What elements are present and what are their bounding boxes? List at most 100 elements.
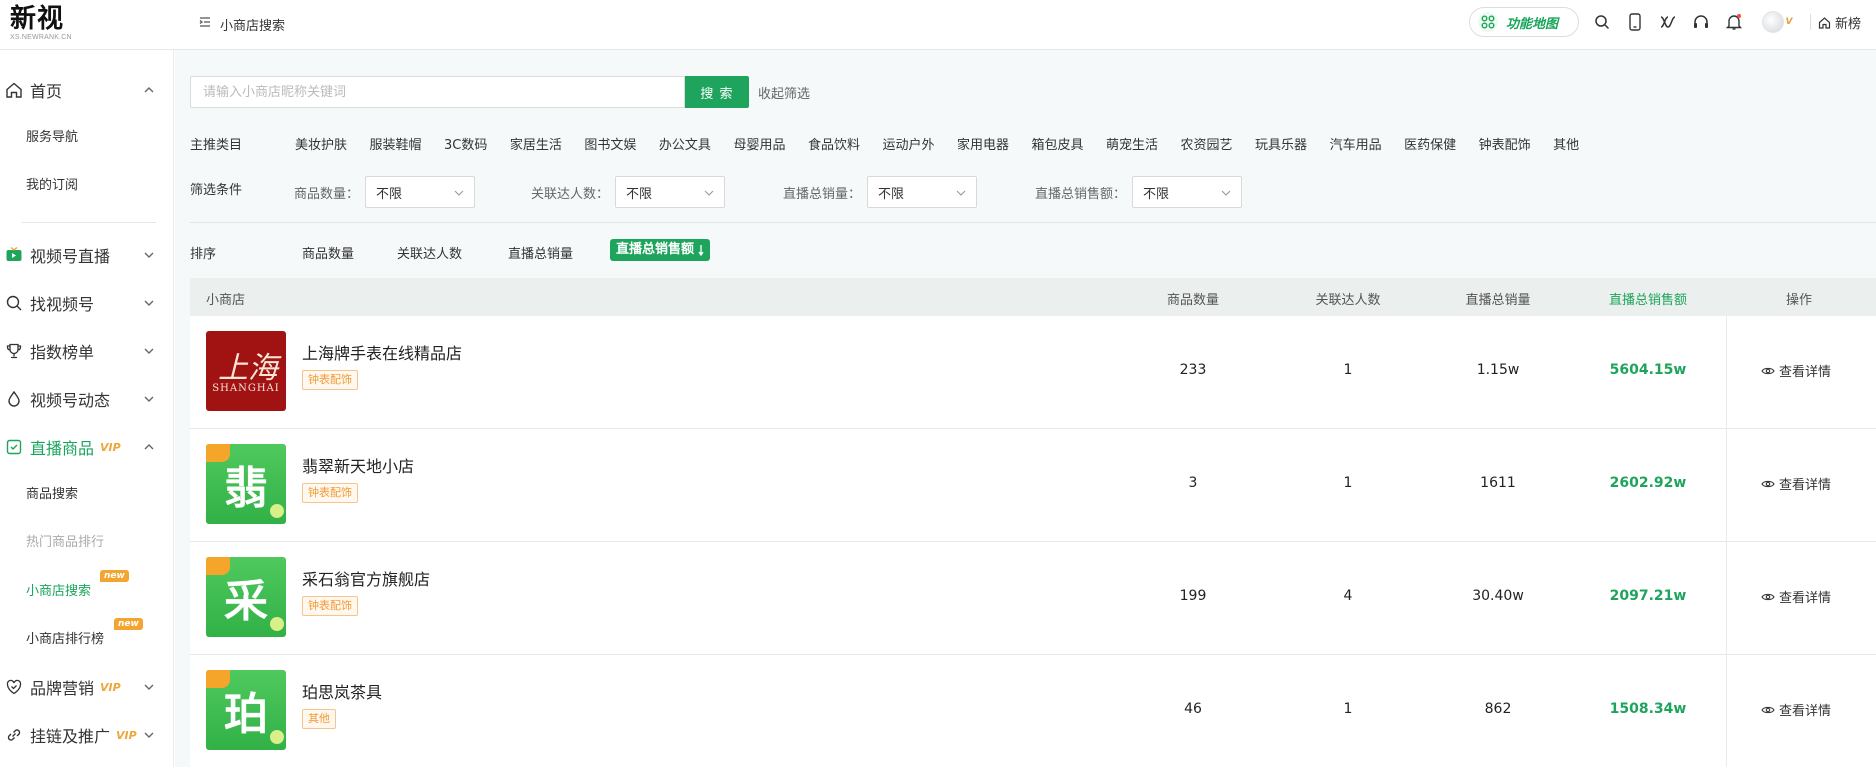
sort-option[interactable]: 直播总销量 [508, 243, 573, 262]
category-item[interactable]: 美妆护肤 [295, 134, 347, 153]
search-button[interactable]: 搜 索 [685, 76, 749, 108]
category-item[interactable]: 食品饮料 [808, 134, 860, 153]
category-item[interactable]: 汽车用品 [1330, 134, 1382, 153]
category-item[interactable]: 钟表配饰 [1479, 134, 1531, 153]
nav-find-channel[interactable]: 找视频号 [0, 283, 174, 323]
leaf-decoration [270, 504, 284, 518]
shop-thumbnail[interactable]: 翡 [206, 444, 286, 524]
nav-live-goods[interactable]: 直播商品 VIP [0, 427, 174, 467]
shop-thumbnail[interactable]: 珀 [206, 670, 286, 750]
category-item[interactable]: 家用电器 [957, 134, 1009, 153]
shop-thumbnail[interactable]: 上海 SHANGHAI [206, 331, 286, 411]
filter-product-count-label: 商品数量： [294, 186, 360, 202]
shop-name[interactable]: 上海牌手表在线精品店 [302, 340, 462, 364]
nav-index-ranking[interactable]: 指数榜单 [0, 331, 174, 371]
logo-text: 新视 [10, 4, 65, 34]
nav-my-subscriptions[interactable]: 我的订阅 [26, 176, 78, 196]
search-icon[interactable] [1592, 12, 1612, 32]
column-header[interactable]: 直播总销售额 [1609, 289, 1687, 308]
product-count: 199 [1179, 588, 1207, 604]
product-count: 233 [1179, 362, 1207, 378]
view-details-label: 查看详情 [1779, 704, 1832, 719]
leaf-decoration [270, 617, 284, 631]
category-item[interactable]: 服装鞋帽 [370, 134, 422, 153]
channels-icon[interactable] [1658, 12, 1678, 32]
live-revenue: 1508.34w [1609, 701, 1687, 717]
collapse-filters-link[interactable]: 收起筛选 [758, 83, 810, 102]
shop-thumbnail[interactable]: 采 [206, 557, 286, 637]
search-icon [4, 293, 24, 313]
view-details-button[interactable]: 查看详情 [1761, 587, 1831, 606]
influencer-count: 1 [1343, 475, 1353, 491]
category-item[interactable]: 玩具乐器 [1255, 134, 1307, 153]
category-item[interactable]: 图书文娱 [584, 134, 636, 153]
function-map-label: 功能地图 [1506, 16, 1559, 32]
category-item[interactable]: 家居生活 [510, 134, 562, 153]
nav-shop-ranking[interactable]: 小商店排行榜 new [26, 618, 143, 650]
breadcrumb: 小商店搜索 [198, 14, 285, 34]
home-link[interactable]: 新榜 [1818, 13, 1861, 32]
shop-name[interactable]: 翡翠新天地小店 [302, 453, 414, 477]
shop-name[interactable]: 珀思岚茶具 [302, 679, 382, 703]
category-item[interactable]: 其他 [1553, 134, 1579, 153]
menu-fold-icon[interactable] [198, 15, 212, 33]
category-item[interactable]: 办公文具 [659, 134, 711, 153]
column-header[interactable]: 直播总销量 [1465, 289, 1530, 308]
view-details-button[interactable]: 查看详情 [1761, 361, 1831, 380]
live-sales-select[interactable]: 不限 [867, 176, 978, 208]
nav-channel-live[interactable]: 视频号直播 [0, 235, 174, 275]
view-details-label: 查看详情 [1779, 365, 1832, 380]
nav-product-search[interactable]: 商品搜索 [26, 485, 78, 505]
category-item[interactable]: 箱包皮具 [1032, 134, 1084, 153]
column-header[interactable]: 商品数量 [1167, 289, 1219, 308]
bell-icon[interactable] [1724, 12, 1744, 32]
category-item[interactable]: 母婴用品 [733, 134, 785, 153]
nav-brand-marketing[interactable]: 品牌营销 VIP [0, 667, 174, 707]
new-badge: new [100, 570, 129, 582]
logo[interactable]: 新视 XS.NEWRANK.CN [10, 4, 90, 44]
sort-label: 排序 [190, 247, 217, 262]
shop-table: 小商店 商品数量 关联达人数 直播总销量 直播总销售额 操作 上海 SHANGH… [190, 278, 1876, 767]
sort-option-active[interactable]: 直播总销售额 [610, 239, 711, 261]
nav-hot-products[interactable]: 热门商品排行 [26, 533, 104, 553]
sort-desc-icon [698, 245, 704, 256]
nav-shop-search[interactable]: 小商店搜索 new [26, 570, 129, 602]
category-item[interactable]: 医药保健 [1404, 134, 1456, 153]
divider [1810, 14, 1811, 30]
category-item[interactable]: 萌宠生活 [1106, 134, 1158, 153]
nav-channel-feed[interactable]: 视频号动态 [0, 379, 174, 419]
sort-option[interactable]: 关联达人数 [397, 243, 462, 262]
ribbon-badge [206, 557, 230, 575]
live-revenue-select[interactable]: 不限 [1132, 176, 1243, 208]
main-content: 搜 索 收起筛选 主推类目 美妆护肤 服装鞋帽 3C数码 家居生活 图书文娱 办… [175, 50, 1876, 767]
table-row: 珀 珀思岚茶具 其他 46 1 862 1508.34w 查看详情 [190, 655, 1876, 767]
column-header[interactable]: 关联达人数 [1315, 289, 1380, 308]
view-details-button[interactable]: 查看详情 [1761, 700, 1831, 719]
influencer-count-select[interactable]: 不限 [615, 176, 726, 208]
headset-icon[interactable] [1691, 12, 1711, 32]
product-count-select[interactable]: 不限 [365, 176, 476, 208]
category-item[interactable]: 3C数码 [444, 134, 487, 153]
divider [1726, 655, 1727, 767]
chevron-down-icon [704, 190, 714, 196]
home-link-label: 新榜 [1835, 17, 1862, 32]
goods-box-icon [4, 437, 24, 457]
nav-channel-feed-label: 视频号动态 [30, 391, 111, 410]
function-map-button[interactable]: 功能地图 [1469, 7, 1579, 37]
nav-home[interactable]: 首页 [0, 70, 174, 110]
nav-shop-ranking-label: 小商店排行榜 [26, 632, 105, 647]
divider [1726, 316, 1727, 429]
shop-name[interactable]: 采石翁官方旗舰店 [302, 566, 430, 590]
link-icon [4, 725, 24, 745]
ribbon-badge [206, 670, 230, 688]
nav-link-promotion[interactable]: 挂链及推广 VIP [0, 715, 174, 755]
nav-service-guide[interactable]: 服务导航 [26, 128, 78, 148]
mobile-icon[interactable] [1625, 12, 1645, 32]
live-revenue: 5604.15w [1609, 362, 1687, 378]
user-menu[interactable]: V [1757, 11, 1797, 33]
category-item[interactable]: 运动户外 [882, 134, 934, 153]
category-item[interactable]: 农资园艺 [1181, 134, 1233, 153]
search-input[interactable] [190, 76, 685, 108]
sort-option[interactable]: 商品数量 [302, 243, 354, 262]
view-details-button[interactable]: 查看详情 [1761, 474, 1831, 493]
